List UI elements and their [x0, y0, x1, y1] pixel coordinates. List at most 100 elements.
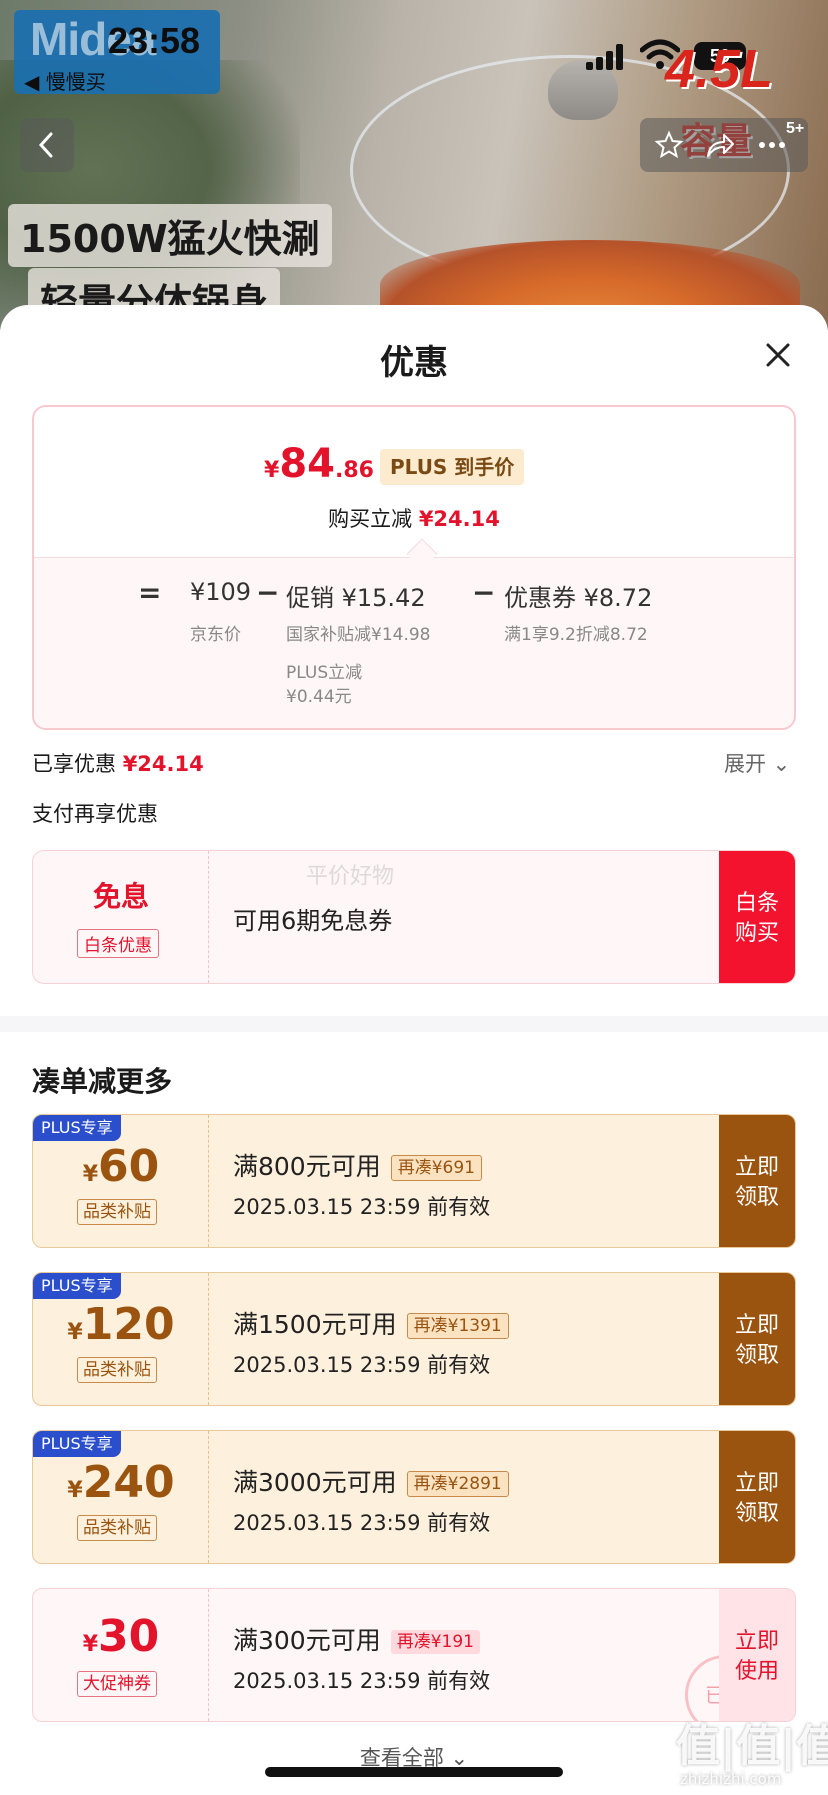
- coupon-left: PLUS专享 ¥240 品类补贴: [33, 1431, 209, 1563]
- coupon-type-tag: 大促神券: [77, 1671, 157, 1697]
- reduce-label: 购买立减: [328, 507, 413, 531]
- button-line: 立即: [734, 1629, 779, 1654]
- plus-exclusive-badge: PLUS专享: [33, 1273, 121, 1299]
- coupon-detail: 满1享9.2折减8.72: [504, 625, 648, 645]
- promo-detail-subsidy: 国家补贴减¥14.98: [286, 625, 431, 645]
- status-time: 23:58: [108, 20, 201, 61]
- condition-text: 满800元可用: [233, 1152, 381, 1181]
- share-icon[interactable]: [704, 130, 736, 160]
- coupon-condition: 满1500元可用 再凑¥1391: [233, 1305, 509, 1341]
- enjoyed-amount: ¥24.14: [122, 752, 204, 776]
- coupon-validity: 2025.03.15 23:59 前有效: [233, 1511, 491, 1535]
- coupon-validity: 2025.03.15 23:59 前有效: [233, 1669, 491, 1693]
- button-line: 立即: [734, 1313, 779, 1338]
- need-more-tag: 再凑¥2891: [406, 1471, 509, 1497]
- price-breakdown-card: ¥84.86 PLUS 到手价 购买立减 ¥24.14 = ¥109 京东价 −…: [32, 405, 796, 730]
- discount-sheet: 优惠 ¥84.86 PLUS 到手价 购买立减 ¥24.14 = ¥109 京东…: [0, 305, 828, 1795]
- coupon-card: PLUS专享 ¥120 品类补贴 满1500元可用 再凑¥1391 2025.03…: [32, 1272, 796, 1406]
- interest-free-left: 免息 白条优惠: [33, 851, 209, 983]
- enjoyed-discount: 已享优惠 ¥24.14: [32, 748, 204, 778]
- plus-exclusive-badge: PLUS专享: [33, 1115, 121, 1141]
- baitiao-tag: 白条优惠: [77, 929, 159, 958]
- price-decimal: .86: [334, 458, 374, 483]
- use-button[interactable]: 立即 使用: [719, 1589, 795, 1721]
- star-icon[interactable]: [654, 130, 684, 160]
- plus-price-tag: PLUS 到手价: [380, 449, 525, 485]
- button-line: 立即: [734, 1155, 779, 1180]
- coupon-amount: 优惠券 ¥8.72: [504, 584, 653, 612]
- coupon-type-tag: 品类补贴: [77, 1357, 157, 1383]
- coupon-card: ¥30 大促神券 满300元可用 再凑¥191 2025.03.15 23:59 …: [32, 1588, 796, 1722]
- jd-price: ¥109: [190, 578, 252, 606]
- coupon-left: ¥30 大促神券: [33, 1589, 209, 1721]
- capacity-badge: 4.5L: [665, 39, 774, 99]
- condition-text: 满300元可用: [233, 1626, 381, 1655]
- baitiao-buy-button[interactable]: 白条 购买: [719, 851, 795, 983]
- coupon-value: ¥30: [33, 1611, 209, 1662]
- back-button[interactable]: [20, 118, 74, 172]
- coupon-amount: 60: [98, 1141, 160, 1192]
- need-more-tag: 再凑¥191: [390, 1630, 480, 1654]
- coupon-validity: 2025.03.15 23:59 前有效: [233, 1195, 491, 1219]
- coupon-card: PLUS专享 ¥60 品类补贴 满800元可用 再凑¥691 2025.03.15…: [32, 1114, 796, 1248]
- back-to-app-link[interactable]: ◀ 慢慢买: [24, 66, 106, 95]
- minus-sign: −: [256, 576, 280, 609]
- coupon-condition: 满3000元可用 再凑¥2891: [233, 1463, 509, 1499]
- condition-text: 满1500元可用: [233, 1310, 397, 1339]
- coupon-card: PLUS专享 ¥240 品类补贴 满3000元可用 再凑¥2891 2025.03…: [32, 1430, 796, 1564]
- more-icon[interactable]: [754, 130, 790, 160]
- coupon-type-tag: 品类补贴: [77, 1199, 157, 1225]
- site-watermark-url: zhizhizhi.com: [680, 1770, 782, 1788]
- jd-price-label: 京东价: [190, 625, 241, 645]
- currency-symbol: ¥: [264, 458, 280, 483]
- pay-more-heading: 支付再享优惠: [32, 802, 158, 826]
- promo-detail-plus: PLUS立减: [286, 663, 363, 683]
- instant-reduce-line: 购买立减 ¥24.14: [34, 503, 794, 533]
- claim-button[interactable]: 立即 领取: [719, 1273, 795, 1405]
- button-line: 立即: [734, 1471, 779, 1496]
- final-price: ¥84.86: [264, 441, 374, 487]
- interest-free-text: 可用6期免息券: [233, 907, 393, 935]
- promo-detail-plus-amount: ¥0.44元: [286, 687, 352, 707]
- watermark-text: 平价好物: [306, 864, 395, 889]
- button-line: 领取: [734, 1501, 779, 1526]
- promo-amount: 促销 ¥15.42: [286, 584, 426, 612]
- condition-text: 满3000元可用: [233, 1468, 397, 1497]
- enjoyed-label: 已享优惠: [32, 752, 116, 776]
- button-line: 购买: [734, 921, 779, 946]
- section-divider: [0, 1016, 828, 1032]
- signal-icon: [586, 44, 630, 70]
- price-card-top: ¥84.86 PLUS 到手价 购买立减 ¥24.14: [34, 407, 794, 557]
- coupon-validity: 2025.03.15 23:59 前有效: [233, 1353, 491, 1377]
- close-icon[interactable]: [760, 337, 796, 373]
- plus-exclusive-badge: PLUS专享: [33, 1431, 121, 1457]
- need-more-tag: 再凑¥1391: [406, 1313, 509, 1339]
- need-more-tag: 再凑¥691: [390, 1155, 482, 1181]
- equals-sign: =: [138, 576, 162, 609]
- currency-symbol: ¥: [82, 1632, 99, 1657]
- home-indicator[interactable]: [265, 1767, 563, 1777]
- coupon-left: PLUS专享 ¥120 品类补贴: [33, 1273, 209, 1405]
- coupon-left: PLUS专享 ¥60 品类补贴: [33, 1115, 209, 1247]
- button-line: 领取: [734, 1343, 779, 1368]
- coupon-value: ¥60: [33, 1141, 209, 1192]
- coupon-value: ¥120: [33, 1299, 209, 1350]
- claim-button[interactable]: 立即 领取: [719, 1115, 795, 1247]
- claim-button[interactable]: 立即 领取: [719, 1431, 795, 1563]
- reduce-amount: ¥24.14: [418, 507, 500, 531]
- currency-symbol: ¥: [82, 1162, 99, 1187]
- chevron-left-icon: [38, 132, 53, 158]
- currency-symbol: ¥: [67, 1478, 83, 1503]
- expand-button[interactable]: 展开 ⌄: [724, 748, 790, 778]
- coupon-value: ¥240: [33, 1457, 209, 1508]
- section-title: 凑单减更多: [32, 1065, 173, 1098]
- coupon-amount: 30: [98, 1611, 160, 1662]
- button-line: 领取: [734, 1185, 779, 1210]
- site-watermark-logo: 值|值|值: [676, 1721, 828, 1772]
- interest-free-card[interactable]: 免息 白条优惠 可用6期免息券 白条 购买: [32, 850, 796, 984]
- minus-sign: −: [472, 576, 496, 609]
- coupon-amount: 240: [82, 1457, 175, 1508]
- coupon-amount: 120: [82, 1299, 175, 1350]
- image-count-badge: 5+: [786, 120, 805, 137]
- coupon-condition: 满300元可用 再凑¥191: [233, 1621, 480, 1657]
